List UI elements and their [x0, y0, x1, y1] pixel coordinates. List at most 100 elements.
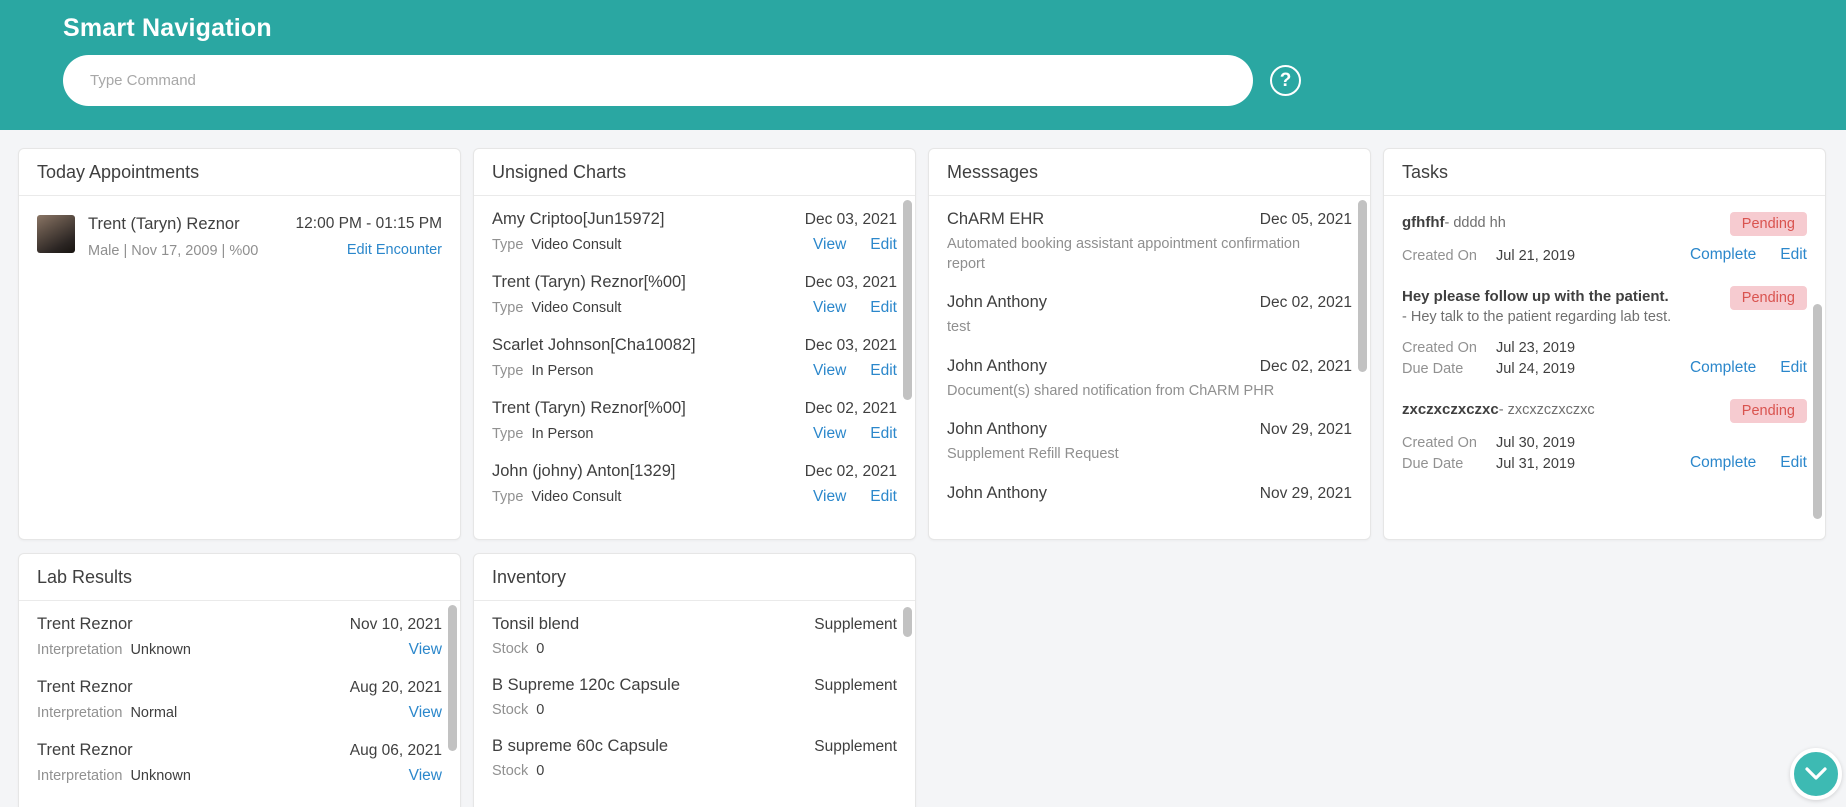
tasks-card: Tasks gfhfhf- dddd hh Pending Created On… [1383, 148, 1826, 540]
interpretation-value: Unknown [130, 768, 191, 784]
edit-link[interactable]: Edit [870, 362, 897, 380]
item-category: Supplement [814, 677, 897, 694]
view-link[interactable]: View [409, 704, 442, 722]
item-name: B Supreme 120c Capsule [492, 676, 681, 694]
view-link[interactable]: View [813, 236, 846, 254]
type-label: Type [492, 426, 524, 442]
message-subject: Document(s) shared notification from ChA… [947, 382, 1275, 399]
message-sender: ChARM EHR [947, 210, 1045, 228]
message-sender: John Anthony [947, 293, 1047, 312]
scrollbar-thumb[interactable] [448, 605, 457, 751]
stock-value: 0 [536, 763, 545, 779]
edit-link[interactable]: Edit [870, 425, 897, 443]
chart-type: Video Consult [531, 237, 622, 253]
inventory-item: Tonsil blend Supplement Stock 0 [474, 605, 915, 666]
due-date-label: Due Date [1402, 455, 1464, 472]
interpretation-label: Interpretation [37, 642, 123, 658]
help-icon[interactable]: ? [1270, 65, 1301, 96]
chart-type: Video Consult [531, 300, 622, 316]
message-subject: Automated booking assistant appointment … [947, 236, 1301, 272]
interpretation-value: Normal [130, 705, 178, 721]
edit-link[interactable]: Edit [1780, 454, 1807, 472]
item-category: Supplement [814, 616, 897, 633]
patient-name: Trent Reznor [37, 678, 133, 696]
message-sender: John Anthony [947, 420, 1047, 439]
inventory-card: Inventory Tonsil blend Supplement Stock 0 … [473, 553, 916, 807]
type-label: Type [492, 237, 524, 253]
stock-value: 0 [536, 702, 545, 718]
view-link[interactable]: View [813, 299, 846, 317]
patient-name: John (johny) Anton[1329] [492, 462, 676, 480]
task-title: Hey please follow up with the patient. - … [1402, 288, 1672, 326]
patient-details: Male | Nov 17, 2009 | %00 [88, 243, 259, 259]
unsigned-chart-item: Trent (Taryn) Reznor[%00] Dec 03, 2021 Ty… [474, 263, 915, 326]
message-subject: Supplement Refill Request [947, 446, 1119, 463]
message-date: Dec 02, 2021 [1259, 357, 1352, 375]
patient-name: Trent (Taryn) Reznor[%00] [492, 399, 686, 417]
stock-label: Stock [492, 763, 529, 779]
chart-type: In Person [531, 363, 594, 379]
patient-name: Trent (Taryn) Reznor[%00] [492, 273, 686, 291]
task-title: gfhfhf- dddd hh [1402, 214, 1506, 231]
today-appointments-card: Today Appointments Trent (Taryn) Reznor … [18, 148, 461, 540]
task-item: gfhfhf- dddd hh Pending Created On Jul 21… [1384, 200, 1825, 274]
chart-date: Dec 03, 2021 [804, 211, 897, 228]
unsigned-chart-item: Scarlet Johnson[Cha10082] Dec 03, 2021 Ty… [474, 326, 915, 389]
created-on-label: Created On [1402, 248, 1477, 264]
result-date: Nov 10, 2021 [349, 616, 442, 633]
view-link[interactable]: View [813, 362, 846, 380]
stock-label: Stock [492, 641, 529, 657]
type-label: Type [492, 363, 524, 379]
card-title: Unsigned Charts [474, 149, 915, 196]
message-date: Dec 02, 2021 [1259, 294, 1352, 312]
view-link[interactable]: View [813, 425, 846, 443]
card-title: Inventory [474, 554, 915, 601]
patient-name: Scarlet Johnson[Cha10082] [492, 336, 696, 354]
edit-link[interactable]: Edit [1780, 359, 1807, 377]
type-label: Type [492, 300, 524, 316]
lab-result-item: Trent Reznor Aug 20, 2021 Interpretation N… [19, 668, 460, 731]
message-date: Nov 29, 2021 [1259, 484, 1352, 502]
unsigned-chart-item: Trent (Taryn) Reznor[%00] Dec 02, 2021 Ty… [474, 389, 915, 452]
edit-link[interactable]: Edit [870, 299, 897, 317]
edit-link[interactable]: Edit [870, 488, 897, 506]
scrollbar-thumb[interactable] [903, 200, 912, 400]
inventory-item: B Supreme 120c Capsule Supplement Stock 0 [474, 666, 915, 727]
messages-card: Messsages ChARM EHR Dec 05, 2021 Automate… [928, 148, 1371, 540]
edit-encounter-link[interactable]: Edit Encounter [347, 242, 442, 258]
scrollbar-thumb[interactable] [1813, 304, 1822, 519]
complete-link[interactable]: Complete [1690, 246, 1756, 264]
complete-link[interactable]: Complete [1690, 359, 1756, 377]
command-input[interactable] [63, 55, 1253, 106]
smart-navigation-header: Smart Navigation ? [0, 0, 1846, 130]
edit-link[interactable]: Edit [870, 236, 897, 254]
patient-name: Trent (Taryn) Reznor [88, 215, 240, 233]
chart-type: Video Consult [531, 489, 622, 505]
scrollbar-thumb[interactable] [903, 607, 912, 637]
view-link[interactable]: View [409, 767, 442, 785]
task-item: zxczxczxczxc- zxcxzczxczxc Pending Creat… [1384, 387, 1825, 482]
scroll-down-button[interactable] [1790, 748, 1842, 800]
page-title: Smart Navigation [63, 14, 272, 42]
interpretation-label: Interpretation [37, 768, 123, 784]
created-on-label: Created On [1402, 339, 1477, 356]
created-on-date: Jul 23, 2019 [1496, 339, 1576, 356]
message-item: ChARM EHR Dec 05, 2021 Automated booking … [929, 200, 1370, 283]
stock-label: Stock [492, 702, 529, 718]
scrollbar-thumb[interactable] [1358, 200, 1367, 372]
dashboard-board: Today Appointments Trent (Taryn) Reznor … [0, 130, 1846, 807]
message-item: John Anthony Nov 29, 2021 [929, 474, 1370, 512]
message-item: John Anthony Dec 02, 2021 Document(s) sha… [929, 347, 1370, 411]
view-link[interactable]: View [409, 641, 442, 659]
due-date: Jul 31, 2019 [1496, 455, 1576, 472]
appointment-item: Trent (Taryn) Reznor Male | Nov 17, 2009… [19, 200, 460, 274]
edit-link[interactable]: Edit [1780, 246, 1807, 264]
view-link[interactable]: View [813, 488, 846, 506]
type-label: Type [492, 489, 524, 505]
inventory-item: B supreme 60c Capsule Supplement Stock 0 [474, 727, 915, 788]
message-date: Dec 05, 2021 [1259, 211, 1352, 228]
complete-link[interactable]: Complete [1690, 454, 1756, 472]
message-date: Nov 29, 2021 [1259, 421, 1352, 439]
lab-result-item: Trent Reznor Nov 10, 2021 Interpretation U… [19, 605, 460, 668]
unsigned-chart-item: John (johny) Anton[1329] Dec 02, 2021 Typ… [474, 452, 915, 515]
